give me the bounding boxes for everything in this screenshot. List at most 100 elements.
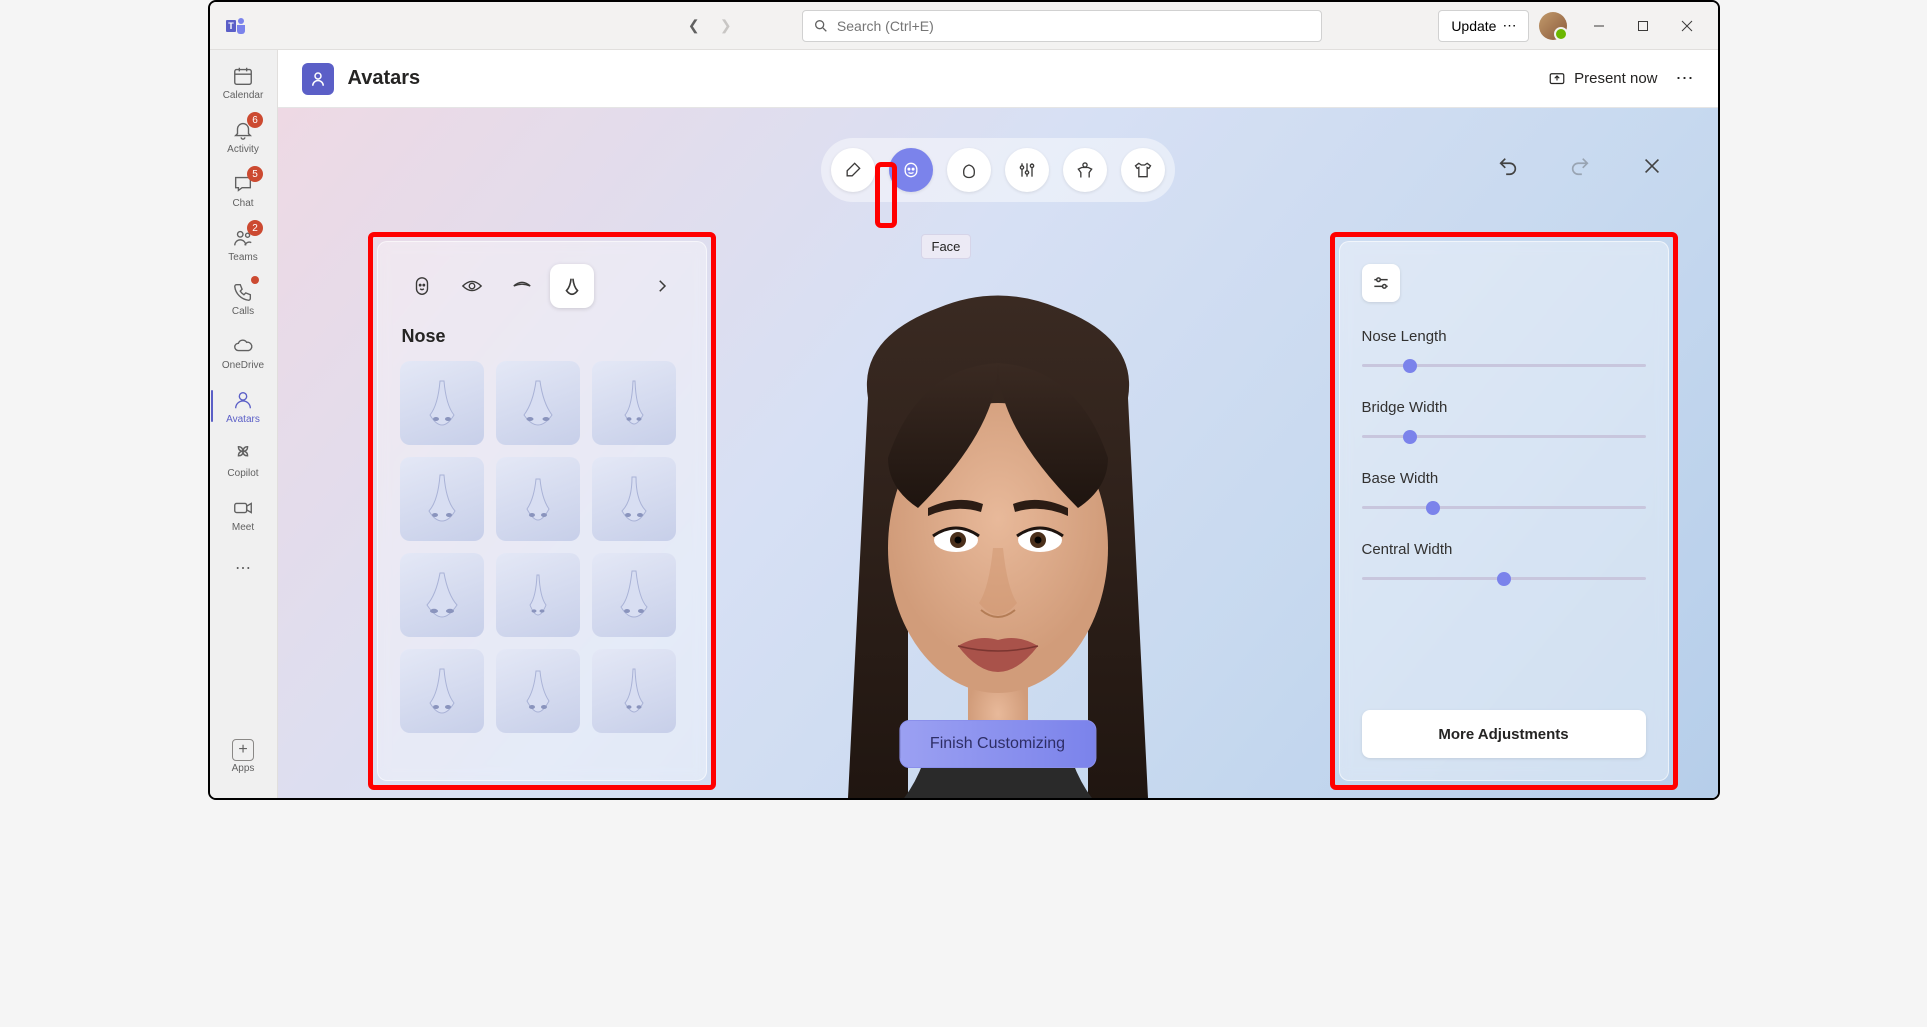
nose-panel-highlight: Nose bbox=[368, 232, 716, 790]
finish-customizing-button[interactable]: Finish Customizing bbox=[899, 720, 1096, 768]
category-wardrobe[interactable] bbox=[1121, 148, 1165, 192]
slider-thumb[interactable] bbox=[1403, 430, 1417, 444]
adjustments-panel-highlight: Nose Length Bridge Width Base Width bbox=[1330, 232, 1678, 790]
close-editor-button[interactable] bbox=[1636, 150, 1668, 182]
rail-label: Calls bbox=[232, 306, 254, 317]
face-icon bbox=[901, 160, 921, 180]
rail-item-avatars[interactable]: Avatars bbox=[211, 380, 275, 432]
rail-label: Chat bbox=[232, 198, 253, 209]
slider-track[interactable] bbox=[1362, 572, 1646, 586]
badge: 6 bbox=[247, 112, 263, 128]
update-button[interactable]: Update ⋯ bbox=[1438, 10, 1529, 42]
rail-item-copilot[interactable]: Copilot bbox=[211, 434, 275, 486]
rail-item-chat[interactable]: 5 Chat bbox=[211, 164, 275, 216]
titlebar: T ❮ ❯ Update ⋯ bbox=[210, 2, 1718, 50]
slider-track[interactable] bbox=[1362, 501, 1646, 515]
user-avatar[interactable] bbox=[1539, 12, 1567, 40]
adjustments-panel: Nose Length Bridge Width Base Width bbox=[1339, 241, 1669, 781]
search-input[interactable] bbox=[837, 18, 1311, 34]
slider-thumb[interactable] bbox=[1426, 501, 1440, 515]
slider-bridge-width: Bridge Width bbox=[1362, 399, 1646, 444]
slider-thumb[interactable] bbox=[1497, 572, 1511, 586]
redo-button[interactable] bbox=[1564, 150, 1596, 182]
rail-more-button[interactable]: ⋯ bbox=[211, 548, 275, 588]
rail-item-calls[interactable]: Calls bbox=[211, 272, 275, 324]
category-brush[interactable] bbox=[831, 148, 875, 192]
face-tab-eyes[interactable] bbox=[450, 264, 494, 308]
face-tab-eyebrows[interactable] bbox=[500, 264, 544, 308]
nose-option[interactable] bbox=[592, 649, 676, 733]
nose-option[interactable] bbox=[592, 361, 676, 445]
notification-dot bbox=[251, 276, 259, 284]
apps-icon: + bbox=[232, 739, 254, 761]
slider-label: Nose Length bbox=[1362, 328, 1646, 345]
rail-item-teams[interactable]: 2 Teams bbox=[211, 218, 275, 270]
rail-item-meet[interactable]: Meet bbox=[211, 488, 275, 540]
category-body[interactable] bbox=[1063, 148, 1107, 192]
ellipsis-icon: ⋯ bbox=[1502, 17, 1516, 34]
slider-track[interactable] bbox=[1362, 359, 1646, 373]
face-tab-next[interactable] bbox=[640, 264, 684, 308]
nose-option[interactable] bbox=[400, 553, 484, 637]
slider-label: Central Width bbox=[1362, 541, 1646, 558]
shirt-icon bbox=[1133, 160, 1153, 180]
nose-option[interactable] bbox=[496, 553, 580, 637]
more-adjustments-button[interactable]: More Adjustments bbox=[1362, 710, 1646, 758]
history-controls bbox=[1492, 150, 1668, 182]
present-now-button[interactable]: Present now bbox=[1548, 70, 1657, 88]
face-tab-faceshape[interactable] bbox=[400, 264, 444, 308]
category-hair[interactable] bbox=[947, 148, 991, 192]
face-tab-nose[interactable] bbox=[550, 264, 594, 308]
eye-icon bbox=[460, 275, 484, 297]
svg-text:T: T bbox=[228, 21, 234, 31]
close-icon bbox=[1641, 155, 1663, 177]
slider-central-width: Central Width bbox=[1362, 541, 1646, 586]
header-more-button[interactable]: ⋯ bbox=[1676, 68, 1694, 89]
calendar-icon bbox=[231, 64, 255, 88]
rail-label: OneDrive bbox=[222, 360, 264, 371]
search-box[interactable] bbox=[802, 10, 1322, 42]
present-now-label: Present now bbox=[1574, 70, 1657, 87]
avatar-canvas: Face bbox=[278, 108, 1718, 798]
nav-arrows: ❮ ❯ bbox=[680, 12, 740, 40]
nose-option[interactable] bbox=[592, 457, 676, 541]
nose-option[interactable] bbox=[400, 457, 484, 541]
badge: 2 bbox=[247, 220, 263, 236]
slider-track[interactable] bbox=[1362, 430, 1646, 444]
rail-item-onedrive[interactable]: OneDrive bbox=[211, 326, 275, 378]
rail-item-calendar[interactable]: Calendar bbox=[211, 56, 275, 108]
category-tooltip: Face bbox=[921, 234, 972, 259]
page-title: Avatars bbox=[348, 67, 421, 90]
nose-panel-title: Nose bbox=[402, 326, 684, 347]
page-header: Avatars Present now ⋯ bbox=[278, 50, 1718, 108]
rail-label: Copilot bbox=[227, 468, 258, 479]
rail-label: Teams bbox=[228, 252, 257, 263]
category-sliders[interactable] bbox=[1005, 148, 1049, 192]
rail-item-activity[interactable]: 6 Activity bbox=[211, 110, 275, 162]
face-part-tabs bbox=[400, 264, 684, 308]
window-close-button[interactable] bbox=[1665, 4, 1709, 48]
nose-option[interactable] bbox=[496, 361, 580, 445]
slider-thumb[interactable] bbox=[1403, 359, 1417, 373]
nose-option[interactable] bbox=[496, 649, 580, 733]
undo-button[interactable] bbox=[1492, 150, 1524, 182]
window-maximize-button[interactable] bbox=[1621, 4, 1665, 48]
sliders-icon bbox=[1017, 160, 1037, 180]
body-icon bbox=[1075, 160, 1095, 180]
update-button-label: Update bbox=[1451, 18, 1496, 34]
nav-forward-button[interactable]: ❯ bbox=[712, 12, 740, 40]
rail-item-apps[interactable]: + Apps bbox=[211, 730, 275, 782]
nose-option[interactable] bbox=[496, 457, 580, 541]
badge: 5 bbox=[247, 166, 263, 182]
slider-base-width: Base Width bbox=[1362, 470, 1646, 515]
eyebrow-icon bbox=[510, 275, 534, 297]
nose-icon bbox=[561, 275, 583, 297]
avatars-app-icon bbox=[302, 63, 334, 95]
window-minimize-button[interactable] bbox=[1577, 4, 1621, 48]
nose-option[interactable] bbox=[400, 361, 484, 445]
nose-option[interactable] bbox=[400, 649, 484, 733]
nose-option[interactable] bbox=[592, 553, 676, 637]
copilot-icon bbox=[231, 442, 255, 466]
nav-back-button[interactable]: ❮ bbox=[680, 12, 708, 40]
hair-icon bbox=[959, 160, 979, 180]
